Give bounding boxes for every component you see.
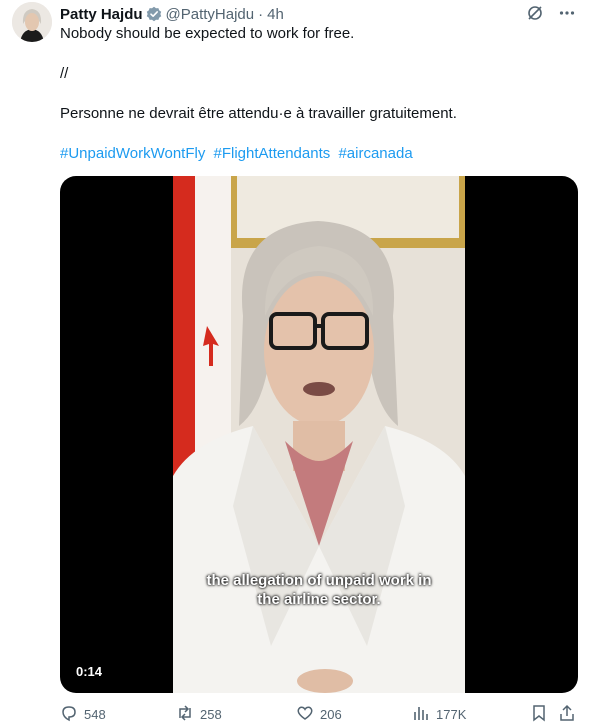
video-player[interactable]: the allegation of unpaid work in the air…: [60, 176, 578, 693]
top-right-actions: [526, 4, 576, 22]
more-icon[interactable]: [558, 4, 576, 22]
share-icon: [558, 704, 576, 725]
tweet-header: Patty Hajdu @PattyHajdu · 4h: [60, 4, 598, 24]
repost-button[interactable]: 258: [176, 704, 222, 725]
action-bar: 548 258 206 177K: [60, 704, 578, 728]
video-subtitle-line-2: the airline sector.: [257, 591, 381, 608]
reply-button[interactable]: 548: [60, 704, 106, 725]
tweet-text-line-3: Personne ne devrait être attendu·e à tra…: [60, 105, 457, 122]
verified-badge-icon: [146, 6, 162, 22]
hashtag-aircanada[interactable]: #aircanada: [338, 145, 412, 162]
hashtags: #UnpaidWorkWontFly #FlightAttendants #ai…: [60, 144, 417, 164]
repost-count: 258: [200, 707, 222, 722]
video-subtitle-line-1: the allegation of unpaid work in: [206, 572, 432, 589]
separator-dot: ·: [258, 5, 264, 23]
tweet-text-line-2: //: [60, 65, 69, 82]
grok-icon[interactable]: [526, 4, 544, 22]
video-duration: 0:14: [76, 664, 103, 679]
bookmark-button[interactable]: [530, 704, 548, 725]
tweet-text-line-1: Nobody should be expected to work for fr…: [60, 25, 355, 42]
author-name[interactable]: Patty Hajdu: [60, 6, 143, 23]
repost-icon: [176, 704, 194, 725]
views-button[interactable]: 177K: [412, 704, 466, 725]
reply-icon: [60, 704, 78, 725]
like-count: 206: [320, 707, 342, 722]
views-count: 177K: [436, 707, 467, 722]
video-frame: [173, 176, 465, 693]
like-button[interactable]: 206: [296, 704, 342, 725]
timestamp[interactable]: 4h: [267, 6, 284, 23]
reply-count: 548: [84, 707, 106, 722]
views-icon: [412, 704, 430, 725]
hashtag-unpaidworkwontfly[interactable]: #UnpaidWorkWontFly: [60, 145, 205, 162]
share-button[interactable]: [558, 704, 576, 725]
like-icon: [296, 704, 314, 725]
hashtag-flightattendants[interactable]: #FlightAttendants: [214, 145, 331, 162]
author-handle[interactable]: @PattyHajdu: [166, 6, 255, 23]
avatar[interactable]: [12, 2, 52, 42]
bookmark-icon: [530, 704, 548, 725]
